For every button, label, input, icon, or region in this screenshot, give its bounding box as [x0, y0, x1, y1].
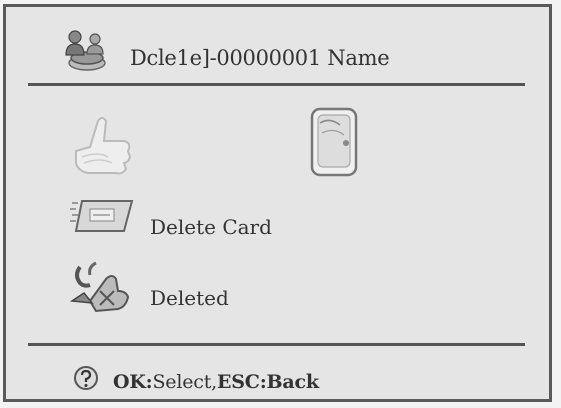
card-swipe-icon[interactable]: [66, 195, 136, 237]
header: Dcle1e]-00000001 Name: [6, 7, 549, 87]
page-title: Dcle1e]-00000001 Name: [130, 46, 390, 70]
ok-action: Select,: [152, 371, 217, 393]
header-divider: [28, 83, 525, 86]
fingerprint-deleted-icon[interactable]: [66, 257, 136, 315]
fingerprint-hand-icon[interactable]: [68, 111, 138, 179]
footer-divider: [28, 343, 525, 346]
help-icon: [74, 366, 98, 390]
device-screen: Dcle1e]-00000001 Name Delete Card Delete…: [3, 4, 552, 402]
card-icon[interactable]: [306, 103, 364, 183]
esc-key: ESC:: [216, 371, 267, 393]
ok-key: OK:: [113, 371, 153, 393]
users-db-icon: [65, 30, 106, 71]
key-hint: OK:Select,ESC:Back: [113, 371, 319, 393]
esc-action: Back: [266, 371, 320, 393]
deleted-label[interactable]: Deleted: [150, 286, 229, 310]
delete-card-label[interactable]: Delete Card: [150, 215, 272, 239]
